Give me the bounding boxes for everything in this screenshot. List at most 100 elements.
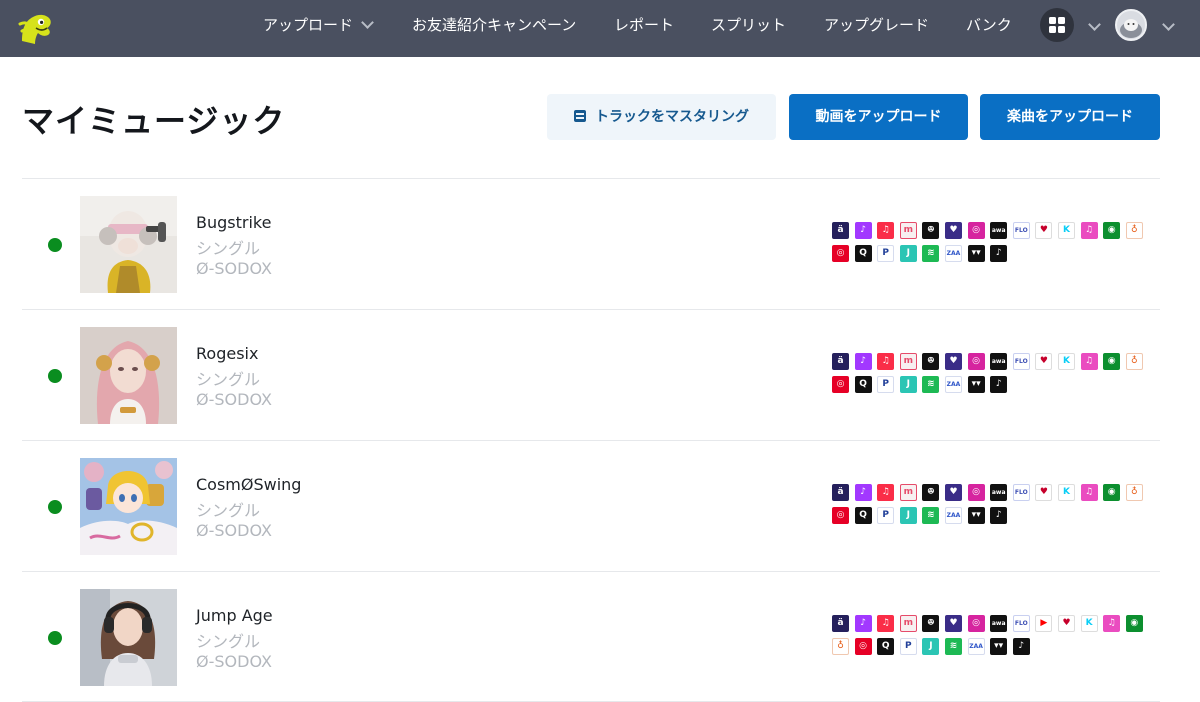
amazon-music-icon[interactable]: ä — [832, 615, 849, 632]
cover-art-bugstrike[interactable] — [80, 196, 177, 293]
tiktok-icon[interactable]: ♪ — [990, 376, 1008, 393]
deezer-icon[interactable]: ♪ — [854, 484, 872, 501]
spotify-icon[interactable]: ≋ — [922, 507, 940, 524]
upload-music-button[interactable]: 楽曲をアップロード — [980, 94, 1160, 140]
anghami-icon[interactable]: ♥ — [945, 353, 962, 370]
tiktok-music-icon[interactable]: ▾▾ — [967, 507, 985, 524]
deezer-icon[interactable]: ♪ — [854, 222, 872, 239]
tidal-icon[interactable]: ZAA — [945, 245, 962, 262]
instagram-icon[interactable]: ◎ — [967, 222, 985, 239]
audiomack-icon[interactable]: ꔮ — [922, 484, 940, 501]
napster-icon[interactable]: ◉ — [1103, 484, 1121, 501]
flo-icon[interactable]: FLO — [1012, 484, 1030, 501]
apple-music-icon[interactable]: ♫ — [877, 222, 895, 239]
nav-upload[interactable]: アップロード — [263, 0, 374, 57]
track-row[interactable]: Bugstrike シングル Ø-SODOX ä ♪ ♫ m ꔮ ♥ ◎ awa FLO ♥ K ♫ ◉… — [22, 179, 1160, 310]
apple-music-icon[interactable]: ♫ — [877, 353, 895, 370]
tiktok-music-icon[interactable]: ▾▾ — [990, 638, 1008, 655]
amazon-music-icon[interactable]: ä — [832, 222, 849, 239]
qobuz-icon[interactable]: Q — [854, 376, 872, 393]
audiomack-icon[interactable]: ꔮ — [922, 222, 940, 239]
qobuz-icon[interactable]: Q — [877, 638, 895, 655]
boomplay-icon[interactable]: ♁ — [1125, 484, 1143, 501]
amazon-music-icon[interactable]: ä — [832, 484, 849, 501]
tidal-icon[interactable]: ZAA — [945, 507, 962, 524]
itunes-icon[interactable]: ♫ — [1080, 484, 1098, 501]
instagram-icon[interactable]: ◎ — [967, 615, 985, 632]
awa-icon[interactable]: awa — [990, 222, 1008, 239]
pandora-icon[interactable]: P — [877, 245, 895, 262]
instagram-icon[interactable]: ◎ — [967, 353, 985, 370]
track-row[interactable]: Rogesix シングル Ø-SODOX ä ♪ ♫ m ꔮ ♥ ◎ awa FLO ♥ K ♫ ◉ ♁ ◎… — [22, 310, 1160, 441]
cover-art-jump-age[interactable] — [80, 589, 177, 686]
tidal-icon[interactable]: ZAA — [967, 638, 985, 655]
anghami-icon[interactable]: ♥ — [945, 222, 962, 239]
nav-referral-campaign[interactable]: お友達紹介キャンペーン — [412, 0, 576, 57]
deezer-icon[interactable]: ♪ — [854, 615, 872, 632]
tiktok-music-icon[interactable]: ▾▾ — [967, 376, 985, 393]
iheart-icon[interactable]: ♥ — [1035, 484, 1053, 501]
boomplay-icon[interactable]: ♁ — [1125, 353, 1143, 370]
spotify-icon[interactable]: ≋ — [922, 376, 940, 393]
pandora-icon[interactable]: P — [877, 376, 895, 393]
netease-icon[interactable]: ◎ — [854, 638, 872, 655]
itunes-icon[interactable]: ♫ — [1080, 222, 1098, 239]
track-title[interactable]: Bugstrike — [196, 213, 271, 232]
apple-music-icon[interactable]: ♫ — [877, 484, 895, 501]
cover-art-cosmoswing[interactable] — [80, 458, 177, 555]
tiktok-music-icon[interactable]: ▾▾ — [967, 245, 985, 262]
napster-icon[interactable]: ◉ — [1103, 353, 1121, 370]
saavn-icon[interactable]: J — [899, 245, 917, 262]
flo-icon[interactable]: FLO — [1012, 222, 1030, 239]
nav-bank[interactable]: バンク — [966, 0, 1012, 57]
tiktok-icon[interactable]: ♪ — [1012, 638, 1030, 655]
chevron-down-icon[interactable] — [1088, 18, 1101, 31]
nav-reports[interactable]: レポート — [614, 0, 674, 57]
iheart-icon[interactable]: ♥ — [1035, 222, 1053, 239]
tiktok-icon[interactable]: ♪ — [990, 245, 1008, 262]
itunes-icon[interactable]: ♫ — [1103, 615, 1121, 632]
itunes-icon[interactable]: ♫ — [1080, 353, 1098, 370]
melon-icon[interactable]: m — [899, 353, 917, 370]
avatar[interactable] — [1115, 9, 1147, 41]
awa-icon[interactable]: awa — [990, 353, 1008, 370]
awa-icon[interactable]: awa — [990, 484, 1008, 501]
track-title[interactable]: Jump Age — [196, 606, 273, 625]
amazon-music-icon[interactable]: ä — [832, 353, 849, 370]
pandora-icon[interactable]: P — [899, 638, 917, 655]
iheart-icon[interactable]: ♥ — [1035, 353, 1053, 370]
kkbox-icon[interactable]: K — [1058, 222, 1075, 239]
qobuz-icon[interactable]: Q — [854, 245, 872, 262]
melon-icon[interactable]: m — [899, 484, 917, 501]
nav-upgrade[interactable]: アップグレード — [824, 0, 929, 57]
netease-icon[interactable]: ◎ — [832, 376, 849, 393]
cover-art-rogesix[interactable] — [80, 327, 177, 424]
apps-menu-button[interactable] — [1040, 8, 1074, 42]
spotify-icon[interactable]: ≋ — [945, 638, 962, 655]
deezer-icon[interactable]: ♪ — [854, 353, 872, 370]
flo-icon[interactable]: FLO — [1012, 353, 1030, 370]
anghami-icon[interactable]: ♥ — [945, 484, 962, 501]
saavn-icon[interactable]: J — [899, 376, 917, 393]
track-row[interactable]: CosmØSwing シングル Ø-SODOX ä ♪ ♫ m ꔮ ♥ ◎ awa FLO ♥ K ♫… — [22, 441, 1160, 572]
master-track-button[interactable]: トラックをマスタリング — [547, 94, 776, 140]
netease-icon[interactable]: ◎ — [832, 507, 849, 524]
instagram-icon[interactable]: ◎ — [967, 484, 985, 501]
chevron-down-icon[interactable] — [1162, 18, 1175, 31]
netease-icon[interactable]: ◎ — [832, 245, 849, 262]
iheart-icon[interactable]: ♥ — [1058, 615, 1075, 632]
track-row[interactable]: Jump Age シングル Ø-SODOX ä ♪ ♫ m ꔮ ♥ ◎ awa FLO ▶ ♥ K ♫ ◉… — [22, 572, 1160, 702]
boomplay-icon[interactable]: ♁ — [1125, 222, 1143, 239]
awa-icon[interactable]: awa — [990, 615, 1008, 632]
tiktok-icon[interactable]: ♪ — [990, 507, 1008, 524]
boomplay-icon[interactable]: ♁ — [832, 638, 849, 655]
track-title[interactable]: Rogesix — [196, 344, 258, 363]
flo-icon[interactable]: FLO — [1012, 615, 1030, 632]
kkbox-icon[interactable]: K — [1080, 615, 1098, 632]
saavn-icon[interactable]: J — [922, 638, 940, 655]
pandora-icon[interactable]: P — [877, 507, 895, 524]
upload-video-button[interactable]: 動画をアップロード — [789, 94, 968, 140]
anghami-icon[interactable]: ♥ — [945, 615, 962, 632]
youtube-music-icon[interactable]: ▶ — [1035, 615, 1053, 632]
audiomack-icon[interactable]: ꔮ — [922, 353, 940, 370]
